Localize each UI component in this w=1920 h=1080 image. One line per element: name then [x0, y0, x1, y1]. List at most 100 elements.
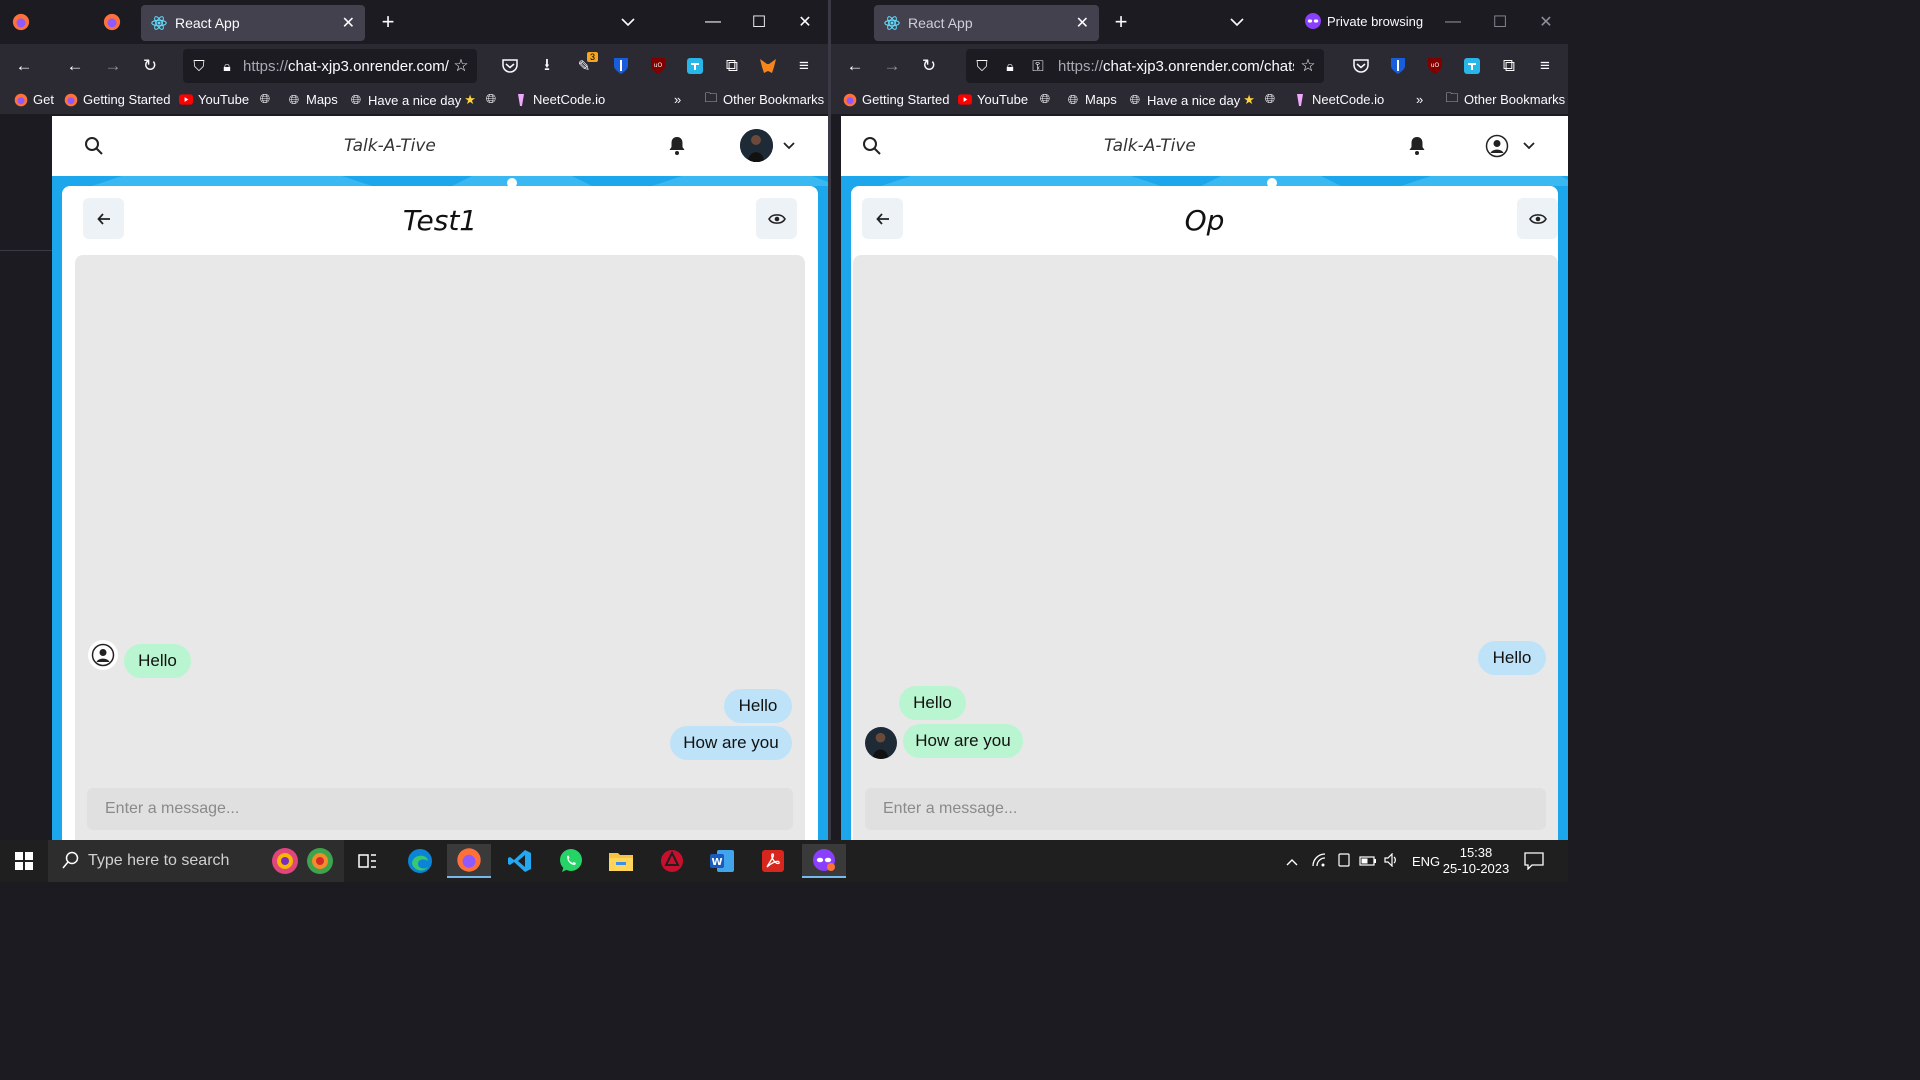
whatsapp-icon[interactable] — [549, 844, 593, 878]
bookmark-getting-started[interactable]: Getting Started — [843, 92, 949, 107]
bitwarden-icon[interactable] — [1384, 52, 1412, 80]
wifi-icon[interactable] — [1306, 852, 1332, 870]
volume-icon[interactable] — [1380, 852, 1404, 870]
bookmark-other-bookmarks[interactable]: 🗀 Other Bookmarks — [1445, 90, 1565, 108]
translate-extension-icon[interactable] — [681, 52, 709, 80]
bookmark-star-icon[interactable]: ☆ — [447, 52, 475, 80]
lock-icon[interactable]: 🔒︎ — [996, 52, 1024, 80]
bookmark-getting-started[interactable]: Getting Started — [64, 92, 170, 107]
forward-icon[interactable]: → — [878, 52, 906, 80]
bookmark-have-a-nice-day[interactable]: 🌐︎ Have a nice day ★ — [1128, 92, 1255, 108]
language-indicator[interactable]: ENG — [1412, 854, 1440, 869]
clock[interactable]: 15:38 25-10-2023 — [1442, 840, 1510, 882]
close-tab-icon[interactable]: ✕ — [342, 13, 355, 33]
windows-start-icon[interactable] — [2, 844, 46, 878]
avatar[interactable] — [740, 129, 773, 162]
shield-icon[interactable]: ⛉ — [185, 52, 213, 80]
key-icon[interactable]: ⚿ — [1024, 52, 1052, 80]
ublock-icon[interactable]: uO — [1421, 52, 1449, 80]
bookmarks-overflow-icon[interactable]: » — [1416, 92, 1423, 107]
chevron-up-icon[interactable] — [1282, 854, 1302, 869]
bookmark-globe-2[interactable]: 🌐︎ — [1263, 91, 1282, 106]
bookmark-maps[interactable]: 🌐︎ Maps — [1066, 92, 1117, 108]
bell-icon[interactable] — [1403, 132, 1431, 160]
extensions-puzzle-icon[interactable]: ⧉ — [718, 52, 746, 80]
bell-icon[interactable] — [663, 132, 691, 160]
view-profile-button[interactable] — [756, 198, 797, 239]
sidebar-back-icon[interactable]: ← — [10, 52, 38, 80]
file-explorer-icon[interactable] — [599, 844, 643, 878]
bookmark-globe[interactable]: 🌐︎ — [1038, 91, 1057, 106]
bookmark-youtube[interactable]: YouTube — [958, 92, 1028, 107]
list-tabs-chevron-icon[interactable] — [1223, 8, 1251, 36]
app-menu-icon[interactable]: ≡ — [790, 52, 818, 80]
word-icon[interactable]: W — [700, 844, 744, 878]
search-icon[interactable] — [80, 132, 108, 160]
pocket-icon[interactable] — [496, 52, 524, 80]
chevron-down-icon[interactable] — [775, 132, 803, 160]
firefox-menu-icon[interactable] — [7, 8, 35, 36]
metamask-icon[interactable] — [754, 52, 782, 80]
url-bar[interactable]: ⛉ 🔒︎ ⚿ https://chat-xjp3.onrender.com/ch… — [966, 49, 1324, 83]
bookmark-neetcode[interactable]: NeetCode.io — [514, 92, 605, 107]
red-app-icon[interactable] — [650, 844, 694, 878]
bookmark-get[interactable]: Get — [14, 92, 54, 107]
bitwarden-icon[interactable] — [607, 52, 635, 80]
message-input[interactable] — [87, 788, 793, 830]
extension-badge-icon[interactable]: ✎ 3 — [570, 52, 598, 80]
windows-taskbar: Type here to search W ENG 15:38 25-10-20… — [0, 840, 1568, 882]
reload-icon[interactable]: ↻ — [915, 52, 943, 80]
bookmark-maps[interactable]: 🌐︎ Maps — [287, 92, 338, 108]
battery-icon[interactable] — [1356, 854, 1380, 869]
downloads-icon[interactable]: ⭳ — [533, 52, 561, 80]
translate-extension-icon[interactable] — [1458, 52, 1486, 80]
edge-icon[interactable] — [398, 844, 442, 878]
maximize-icon[interactable]: ☐ — [1486, 8, 1514, 36]
acrobat-icon[interactable] — [751, 844, 795, 878]
firefox-private-icon[interactable] — [802, 844, 846, 878]
minimize-icon[interactable]: — — [699, 8, 727, 36]
url-bar[interactable]: ⛉ 🔒︎ https://chat-xjp3.onrender.com/ ☆ — [183, 49, 477, 83]
bookmark-neetcode[interactable]: NeetCode.io — [1293, 92, 1384, 107]
firefox-taskbar-icon[interactable] — [447, 844, 491, 878]
new-tab-icon[interactable]: + — [1107, 8, 1135, 36]
bookmarks-overflow-icon[interactable]: » — [674, 92, 681, 107]
bookmark-have-a-nice-day[interactable]: 🌐︎ Have a nice day ★ — [349, 92, 476, 108]
shield-icon[interactable]: ⛉ — [968, 52, 996, 80]
bookmark-other-bookmarks[interactable]: 🗀 Other Bookmarks — [704, 90, 824, 108]
tab-react-app[interactable]: React App ✕ — [141, 5, 365, 41]
lock-icon[interactable]: 🔒︎ — [213, 52, 241, 80]
view-profile-button[interactable] — [1517, 198, 1558, 239]
maximize-icon[interactable]: ☐ — [745, 8, 773, 36]
search-highlight-icon[interactable] — [270, 846, 336, 881]
task-view-icon[interactable] — [346, 844, 390, 878]
close-tab-icon[interactable]: ✕ — [1076, 13, 1089, 33]
minimize-icon[interactable]: — — [1439, 8, 1467, 36]
firefox-pinned-tab-icon[interactable] — [98, 8, 126, 36]
bookmark-star-icon[interactable]: ☆ — [1294, 52, 1322, 80]
bookmark-globe-2[interactable]: 🌐︎ — [484, 91, 503, 106]
extensions-puzzle-icon[interactable]: ⧉ — [1495, 52, 1523, 80]
message-input[interactable] — [865, 788, 1546, 830]
vscode-icon[interactable] — [498, 844, 542, 878]
reload-icon[interactable]: ↻ — [136, 52, 164, 80]
back-icon[interactable]: ← — [841, 52, 869, 80]
back-icon[interactable]: ← — [61, 52, 89, 80]
search-icon[interactable] — [858, 132, 886, 160]
user-circle-icon[interactable] — [1483, 132, 1511, 160]
app-menu-icon[interactable]: ≡ — [1531, 52, 1559, 80]
forward-icon[interactable]: → — [99, 52, 127, 80]
taskbar-search[interactable]: Type here to search — [48, 840, 344, 882]
close-window-icon[interactable]: ✕ — [1532, 8, 1560, 36]
notifications-icon[interactable] — [1524, 840, 1544, 882]
chevron-down-icon[interactable] — [1515, 132, 1543, 160]
bookmark-globe[interactable]: 🌐︎ — [258, 91, 277, 106]
close-window-icon[interactable]: ✕ — [791, 8, 819, 36]
tablet-icon[interactable] — [1332, 852, 1356, 870]
tab-react-app[interactable]: React App ✕ — [874, 5, 1099, 41]
pocket-icon[interactable] — [1347, 52, 1375, 80]
ublock-icon[interactable]: uO — [644, 52, 672, 80]
list-tabs-chevron-icon[interactable] — [614, 8, 642, 36]
bookmark-youtube[interactable]: YouTube — [179, 92, 249, 107]
new-tab-icon[interactable]: + — [374, 8, 402, 36]
